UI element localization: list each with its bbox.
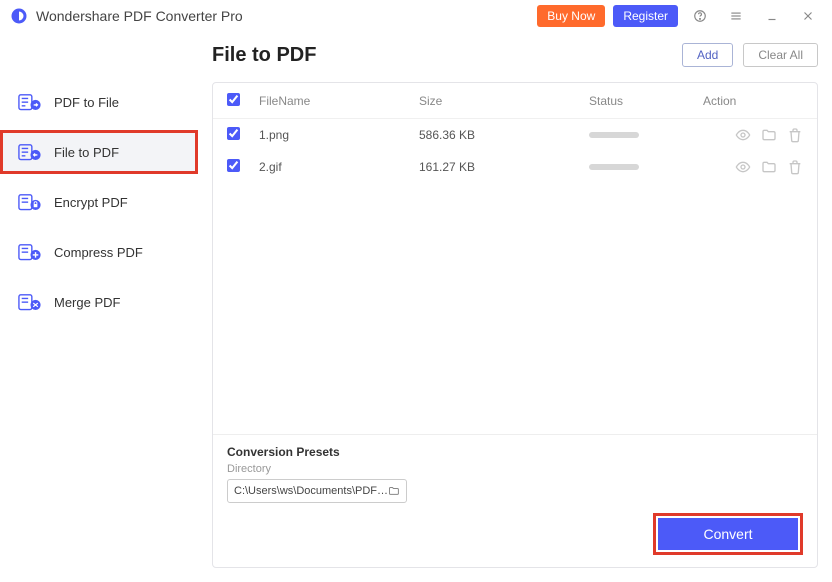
header-filename: FileName [259, 94, 419, 108]
row-filename: 1.png [259, 128, 419, 142]
convert-button[interactable]: Convert [658, 518, 798, 550]
add-button[interactable]: Add [682, 43, 733, 67]
sidebar-item-label: File to PDF [54, 145, 119, 160]
delete-icon[interactable] [787, 159, 803, 175]
delete-icon[interactable] [787, 127, 803, 143]
directory-value: C:\Users\ws\Documents\PDFConvert [234, 485, 388, 497]
compress-pdf-icon [18, 241, 42, 263]
sidebar-item-label: Encrypt PDF [54, 195, 128, 210]
app-logo-icon [10, 7, 28, 25]
header-action: Action [703, 94, 736, 108]
row-checkbox[interactable] [227, 159, 240, 172]
menu-icon[interactable] [722, 2, 750, 30]
row-status-bar [589, 132, 639, 138]
row-size: 161.27 KB [419, 160, 589, 174]
merge-pdf-icon [18, 291, 42, 313]
content-header: File to PDF Add Clear All [212, 32, 818, 78]
open-folder-icon[interactable] [761, 159, 777, 175]
encrypt-pdf-icon [18, 191, 42, 213]
sidebar-item-label: PDF to File [54, 95, 119, 110]
help-icon[interactable] [686, 2, 714, 30]
sidebar-item-pdf-to-file[interactable]: PDF to File [0, 80, 198, 124]
row-size: 586.36 KB [419, 128, 589, 142]
row-status-bar [589, 164, 639, 170]
open-folder-icon[interactable] [761, 127, 777, 143]
pdf-to-file-icon [18, 91, 42, 113]
table-row: 2.gif 161.27 KB [213, 151, 817, 183]
sidebar-item-label: Compress PDF [54, 245, 143, 260]
conversion-presets: Conversion Presets Directory C:\Users\ws… [213, 434, 817, 567]
preview-icon[interactable] [735, 159, 751, 175]
buy-now-button[interactable]: Buy Now [537, 5, 605, 27]
preview-icon[interactable] [735, 127, 751, 143]
minimize-icon[interactable] [758, 2, 786, 30]
table-header: FileName Size Status Action [213, 83, 817, 119]
app-title: Wondershare PDF Converter Pro [36, 8, 243, 24]
file-list-panel: FileName Size Status Action 1.png 586.36… [212, 82, 818, 568]
sidebar-item-label: Merge PDF [54, 295, 120, 310]
header-size: Size [419, 94, 589, 108]
select-all-checkbox[interactable] [227, 93, 240, 106]
sidebar-item-compress-pdf[interactable]: Compress PDF [0, 230, 198, 274]
register-button[interactable]: Register [613, 5, 678, 27]
directory-label: Directory [227, 463, 803, 475]
page-title: File to PDF [212, 44, 316, 67]
close-icon[interactable] [794, 2, 822, 30]
row-filename: 2.gif [259, 160, 419, 174]
clear-all-button[interactable]: Clear All [743, 43, 818, 67]
titlebar: Wondershare PDF Converter Pro Buy Now Re… [0, 0, 832, 32]
sidebar: PDF to File File to PDF Encrypt PDF Comp… [0, 32, 198, 582]
table-row: 1.png 586.36 KB [213, 119, 817, 151]
presets-title: Conversion Presets [227, 445, 803, 459]
row-checkbox[interactable] [227, 127, 240, 140]
sidebar-item-encrypt-pdf[interactable]: Encrypt PDF [0, 180, 198, 224]
convert-highlight: Convert [653, 513, 803, 555]
directory-field[interactable]: C:\Users\ws\Documents\PDFConvert [227, 479, 407, 503]
sidebar-item-file-to-pdf[interactable]: File to PDF [0, 130, 198, 174]
browse-folder-icon[interactable] [388, 484, 400, 498]
header-status: Status [589, 94, 703, 108]
sidebar-item-merge-pdf[interactable]: Merge PDF [0, 280, 198, 324]
content: File to PDF Add Clear All FileName Size … [198, 32, 832, 582]
file-to-pdf-icon [18, 141, 42, 163]
